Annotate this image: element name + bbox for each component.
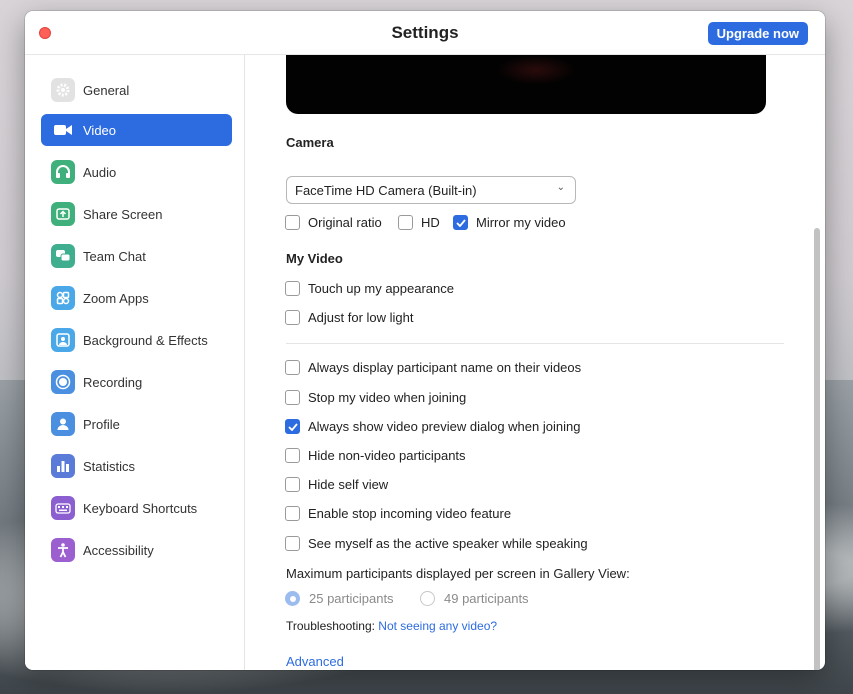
preview-dialog-option[interactable]: Always show video preview dialog when jo… <box>285 419 580 434</box>
keyboard-icon <box>51 496 75 520</box>
chevron-down-icon: ⌄ <box>556 182 565 193</box>
window-title: Settings <box>391 23 459 42</box>
sidebar-item-label: Profile <box>83 416 120 432</box>
sidebar-item-audio[interactable]: Audio <box>41 156 232 188</box>
troubleshooting-label: Troubleshooting: <box>286 619 375 633</box>
mirror-video-label: Mirror my video <box>476 215 566 230</box>
low-light-option[interactable]: Adjust for low light <box>285 310 414 325</box>
background-icon <box>51 328 75 352</box>
chat-icon <box>51 244 75 268</box>
settings-window: Settings Upgrade now General Video Audio <box>25 11 825 670</box>
sidebar-item-label: Video <box>83 122 117 138</box>
gallery-25-option[interactable]: 25 participants <box>285 591 394 606</box>
title-bar: Settings Upgrade now <box>25 11 825 55</box>
troubleshooting-row: Troubleshooting: Not seeing any video? <box>286 619 497 633</box>
hide-self-view-label: Hide self view <box>308 477 389 492</box>
stop-video-option[interactable]: Stop my video when joining <box>285 390 466 405</box>
upgrade-now-button[interactable]: Upgrade now <box>707 22 808 45</box>
sidebar-item-label: General <box>83 82 130 98</box>
apps-icon <box>51 286 75 310</box>
mirror-video-option[interactable]: Mirror my video <box>453 215 566 230</box>
gallery-49-radio[interactable] <box>420 591 435 606</box>
section-divider <box>286 343 784 344</box>
statistics-icon <box>51 454 75 478</box>
sidebar-item-recording[interactable]: Recording <box>41 366 232 398</box>
gallery-49-option[interactable]: 49 participants <box>420 591 529 606</box>
sidebar-item-label: Recording <box>83 374 143 390</box>
advanced-link[interactable]: Advanced <box>286 654 344 669</box>
share-screen-icon <box>51 202 75 226</box>
hide-self-view-option[interactable]: Hide self view <box>285 477 388 492</box>
hide-non-video-option[interactable]: Hide non-video participants <box>285 448 466 463</box>
scrollbar-thumb[interactable] <box>814 228 820 670</box>
sidebar-item-label: Share Screen <box>83 206 163 222</box>
sidebar-item-keyboard-shortcuts[interactable]: Keyboard Shortcuts <box>41 492 232 524</box>
gallery-25-radio[interactable] <box>285 591 300 606</box>
preview-dialog-checkbox[interactable] <box>285 419 300 434</box>
sidebar-item-general[interactable]: General <box>41 74 232 106</box>
settings-sidebar: General Video Audio Share Screen Team Ch… <box>25 55 245 670</box>
hd-label: HD <box>421 215 440 230</box>
hd-checkbox[interactable] <box>398 215 413 230</box>
sidebar-item-label: Team Chat <box>83 248 146 264</box>
sidebar-item-label: Statistics <box>83 458 136 474</box>
mirror-video-checkbox[interactable] <box>453 215 468 230</box>
low-light-label: Adjust for low light <box>308 310 414 325</box>
sidebar-item-background-effects[interactable]: Background & Effects <box>41 324 232 356</box>
display-name-option[interactable]: Always display participant name on their… <box>285 360 581 375</box>
sidebar-item-zoom-apps[interactable]: Zoom Apps <box>41 282 232 314</box>
original-ratio-option[interactable]: Original ratio <box>285 215 382 230</box>
sidebar-item-label: Background & Effects <box>83 332 208 348</box>
display-name-checkbox[interactable] <box>285 360 300 375</box>
hide-non-video-label: Hide non-video participants <box>308 448 466 463</box>
sidebar-item-team-chat[interactable]: Team Chat <box>41 240 232 272</box>
stop-video-checkbox[interactable] <box>285 390 300 405</box>
sidebar-item-share-screen[interactable]: Share Screen <box>41 198 232 230</box>
sidebar-item-label: Zoom Apps <box>83 290 149 306</box>
stop-incoming-checkbox[interactable] <box>285 506 300 521</box>
sidebar-item-label: Keyboard Shortcuts <box>83 500 198 516</box>
video-camera-icon <box>51 118 75 142</box>
active-speaker-checkbox[interactable] <box>285 536 300 551</box>
my-video-section-title: My Video <box>286 251 343 266</box>
hide-self-view-checkbox[interactable] <box>285 477 300 492</box>
video-settings-panel: Camera FaceTime HD Camera (Built-in) ⌄ O… <box>246 55 825 670</box>
gear-icon <box>51 78 75 102</box>
stop-incoming-label: Enable stop incoming video feature <box>308 506 512 521</box>
active-speaker-label: See myself as the active speaker while s… <box>308 536 588 551</box>
stop-video-label: Stop my video when joining <box>308 390 467 405</box>
original-ratio-label: Original ratio <box>308 215 382 230</box>
preview-dialog-label: Always show video preview dialog when jo… <box>308 419 581 434</box>
camera-section-title: Camera <box>286 135 334 150</box>
accessibility-icon <box>51 538 75 562</box>
camera-select[interactable]: FaceTime HD Camera (Built-in) ⌄ <box>286 176 576 204</box>
headphones-icon <box>51 160 75 184</box>
record-icon <box>51 370 75 394</box>
display-name-label: Always display participant name on their… <box>308 360 582 375</box>
gallery-view-label: Maximum participants displayed per scree… <box>286 566 630 581</box>
gallery-49-label: 49 participants <box>444 591 529 606</box>
hd-option[interactable]: HD <box>398 215 440 230</box>
stop-incoming-option[interactable]: Enable stop incoming video feature <box>285 506 511 521</box>
sidebar-item-label: Audio <box>83 164 117 180</box>
profile-icon <box>51 412 75 436</box>
touch-up-checkbox[interactable] <box>285 281 300 296</box>
low-light-checkbox[interactable] <box>285 310 300 325</box>
not-seeing-video-link[interactable]: Not seeing any video? <box>378 619 497 633</box>
hide-non-video-checkbox[interactable] <box>285 448 300 463</box>
sidebar-item-accessibility[interactable]: Accessibility <box>41 534 232 566</box>
touch-up-option[interactable]: Touch up my appearance <box>285 281 454 296</box>
sidebar-item-label: Accessibility <box>83 542 154 558</box>
active-speaker-option[interactable]: See myself as the active speaker while s… <box>285 536 588 551</box>
camera-select-value: FaceTime HD Camera (Built-in) <box>295 182 477 198</box>
sidebar-item-profile[interactable]: Profile <box>41 408 232 440</box>
video-preview <box>286 55 766 114</box>
sidebar-item-video[interactable]: Video <box>41 114 232 146</box>
gallery-25-label: 25 participants <box>309 591 394 606</box>
original-ratio-checkbox[interactable] <box>285 215 300 230</box>
touch-up-label: Touch up my appearance <box>308 281 454 296</box>
sidebar-item-statistics[interactable]: Statistics <box>41 450 232 482</box>
